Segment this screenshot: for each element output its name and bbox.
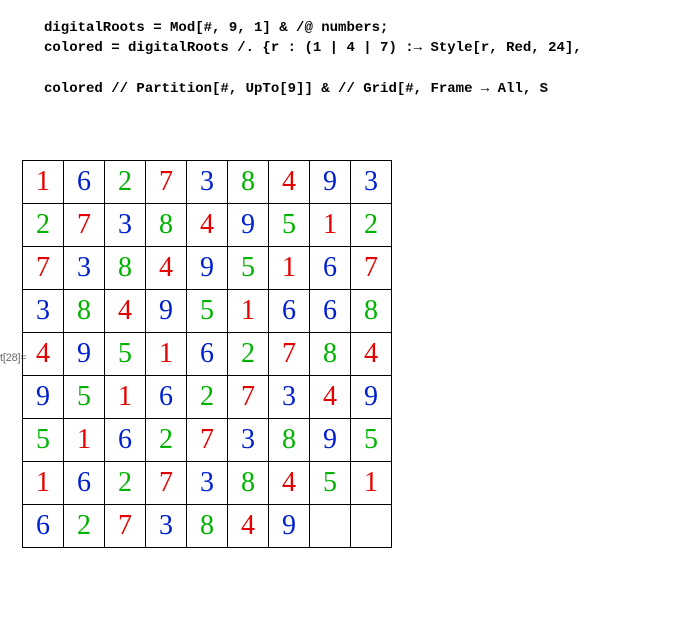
table-row: 951627349	[23, 376, 392, 419]
grid-cell: 6	[23, 505, 64, 548]
code-line-3: colored // Partition[#, UpTo[9]] & // Gr…	[44, 79, 582, 99]
grid-cell: 3	[228, 419, 269, 462]
grid-cell: 8	[310, 333, 351, 376]
grid-cell: 2	[187, 376, 228, 419]
grid-cell: 6	[64, 462, 105, 505]
grid-cell: 6	[64, 161, 105, 204]
grid-cell: 9	[146, 290, 187, 333]
grid-cell: 8	[64, 290, 105, 333]
grid-cell: 3	[269, 376, 310, 419]
grid-cell: 4	[228, 505, 269, 548]
code-line-blank	[44, 59, 582, 79]
grid-cell: 6	[105, 419, 146, 462]
grid-cell: 7	[228, 376, 269, 419]
grid-cell: 7	[64, 204, 105, 247]
grid-cell: 8	[228, 161, 269, 204]
grid-cell: 4	[310, 376, 351, 419]
grid-cell: 4	[146, 247, 187, 290]
grid-cell: 9	[228, 204, 269, 247]
grid-cell: 6	[310, 247, 351, 290]
grid-cell: 9	[310, 419, 351, 462]
grid-cell: 4	[269, 161, 310, 204]
grid-cell: 4	[187, 204, 228, 247]
digital-roots-table: 1627384932738495127384951673849516684951…	[22, 160, 392, 548]
grid-cell: 4	[351, 333, 392, 376]
code-line-1: digitalRoots = Mod[#, 9, 1] & /@ numbers…	[44, 18, 582, 38]
grid-cell: 1	[269, 247, 310, 290]
grid-cell: 4	[105, 290, 146, 333]
grid-cell: 1	[146, 333, 187, 376]
grid-cell: 1	[228, 290, 269, 333]
grid-cell: 9	[351, 376, 392, 419]
grid-cell: 1	[23, 161, 64, 204]
grid-cell: 5	[351, 419, 392, 462]
grid-cell: 7	[23, 247, 64, 290]
grid-cell: 5	[310, 462, 351, 505]
code-block: digitalRoots = Mod[#, 9, 1] & /@ numbers…	[44, 18, 582, 99]
table-row: 738495167	[23, 247, 392, 290]
grid-cell: 9	[64, 333, 105, 376]
grid-cell: 7	[146, 462, 187, 505]
grid-cell: 2	[64, 505, 105, 548]
grid-cell: 2	[105, 462, 146, 505]
table-row: 273849512	[23, 204, 392, 247]
grid-cell: 4	[269, 462, 310, 505]
grid-cell: 2	[228, 333, 269, 376]
grid-cell: 5	[64, 376, 105, 419]
grid-cell: 6	[310, 290, 351, 333]
grid-cell: 3	[146, 505, 187, 548]
grid-cell: 5	[228, 247, 269, 290]
grid-cell: 3	[105, 204, 146, 247]
table-row: 6273849	[23, 505, 392, 548]
grid-cell: 4	[23, 333, 64, 376]
grid-cell	[310, 505, 351, 548]
table-row: 516273895	[23, 419, 392, 462]
grid-cell: 7	[187, 419, 228, 462]
grid-cell: 7	[351, 247, 392, 290]
grid-cell: 7	[269, 333, 310, 376]
digital-roots-grid: 1627384932738495127384951673849516684951…	[22, 160, 392, 548]
grid-cell: 8	[105, 247, 146, 290]
table-row: 162738493	[23, 161, 392, 204]
grid-cell: 3	[23, 290, 64, 333]
grid-cell: 5	[105, 333, 146, 376]
grid-cell: 9	[310, 161, 351, 204]
grid-cell: 7	[146, 161, 187, 204]
grid-cell: 5	[269, 204, 310, 247]
grid-cell: 2	[351, 204, 392, 247]
grid-cell: 5	[187, 290, 228, 333]
table-row: 162738451	[23, 462, 392, 505]
grid-cell: 8	[228, 462, 269, 505]
table-row: 495162784	[23, 333, 392, 376]
code-line-2: colored = digitalRoots /. {r : (1 | 4 | …	[44, 38, 582, 58]
grid-cell: 3	[351, 161, 392, 204]
grid-cell: 1	[310, 204, 351, 247]
grid-cell: 5	[23, 419, 64, 462]
grid-cell: 1	[64, 419, 105, 462]
grid-cell: 9	[23, 376, 64, 419]
grid-cell: 2	[146, 419, 187, 462]
grid-cell: 8	[146, 204, 187, 247]
grid-cell: 9	[187, 247, 228, 290]
table-row: 384951668	[23, 290, 392, 333]
grid-cell: 3	[64, 247, 105, 290]
grid-cell: 8	[351, 290, 392, 333]
grid-cell: 1	[105, 376, 146, 419]
grid-cell: 6	[187, 333, 228, 376]
grid-cell: 8	[187, 505, 228, 548]
grid-cell: 2	[105, 161, 146, 204]
grid-cell: 7	[105, 505, 146, 548]
grid-cell	[351, 505, 392, 548]
grid-cell: 6	[269, 290, 310, 333]
grid-cell: 6	[146, 376, 187, 419]
grid-cell: 3	[187, 161, 228, 204]
grid-cell: 2	[23, 204, 64, 247]
grid-cell: 1	[351, 462, 392, 505]
grid-cell: 1	[23, 462, 64, 505]
grid-cell: 3	[187, 462, 228, 505]
grid-cell: 9	[269, 505, 310, 548]
grid-cell: 8	[269, 419, 310, 462]
